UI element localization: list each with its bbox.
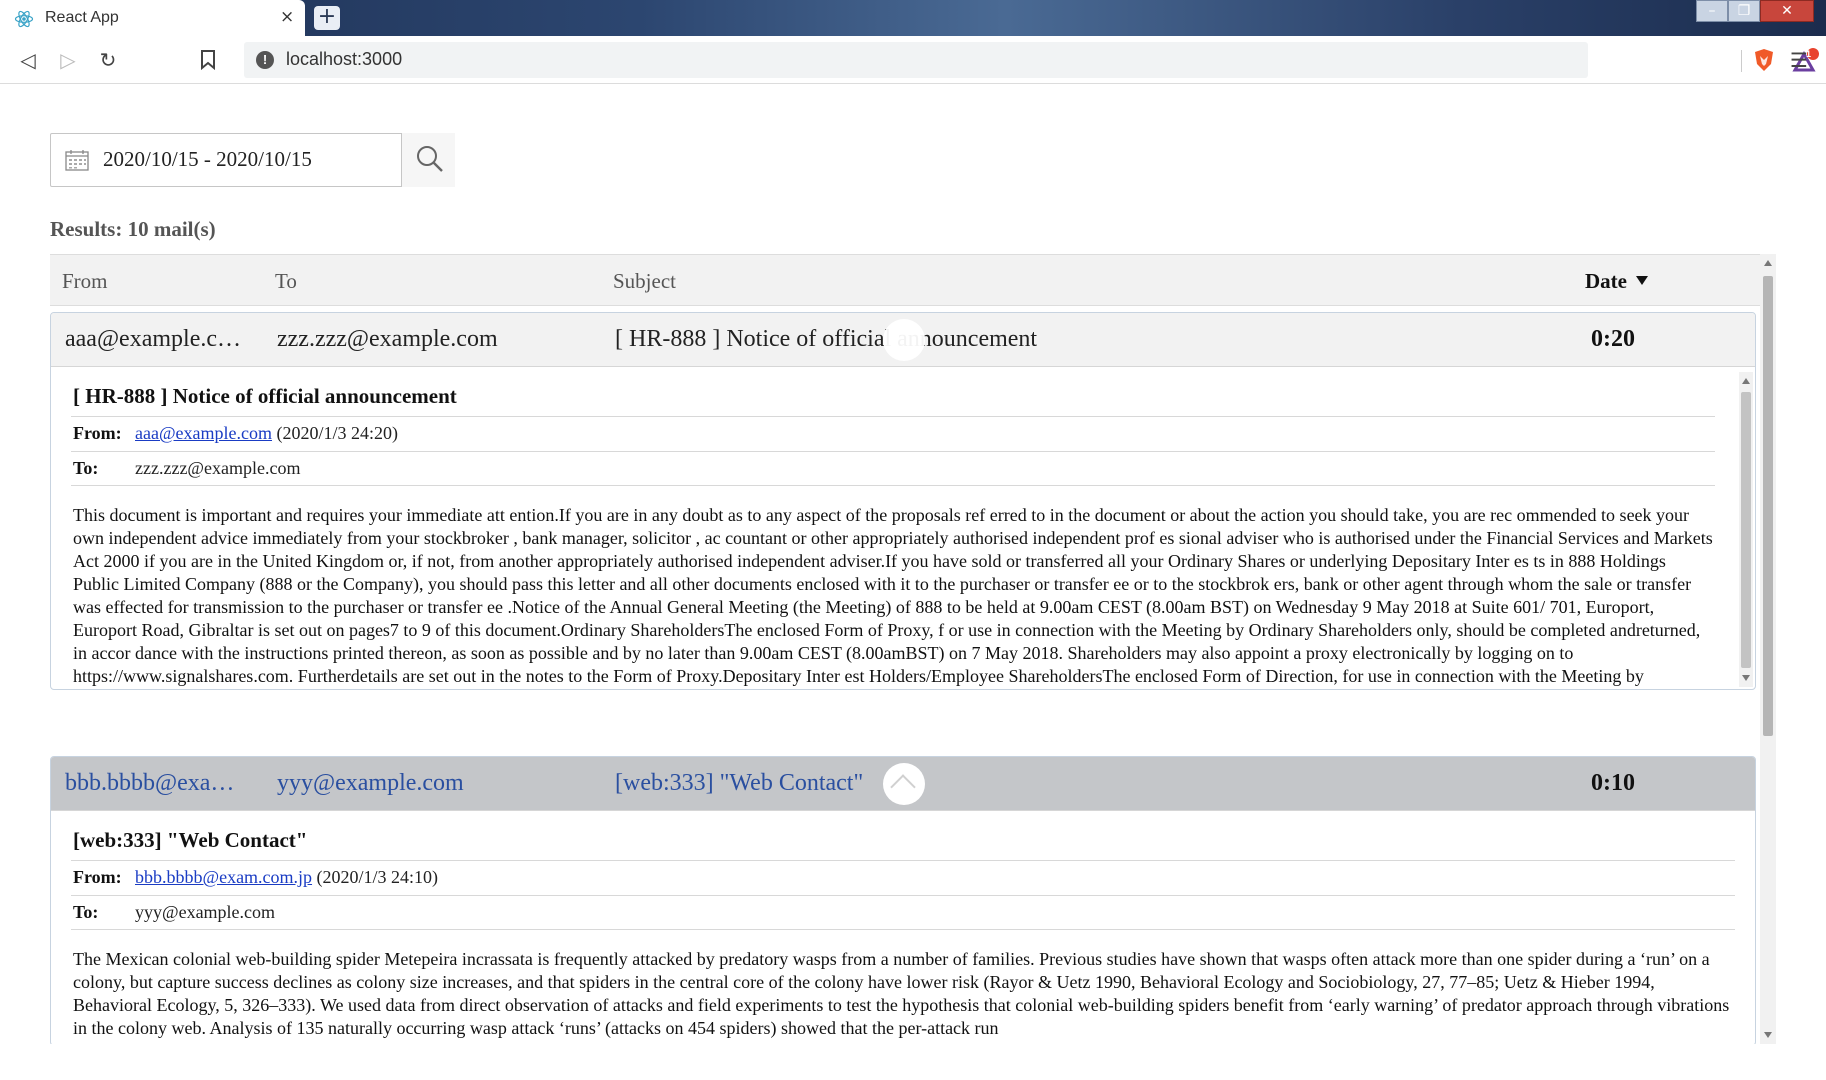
forward-icon[interactable]: ▷ xyxy=(54,46,82,74)
new-tab-button[interactable]: + xyxy=(314,6,340,30)
column-header-subject[interactable]: Subject xyxy=(613,269,676,294)
from-email-link[interactable]: bbb.bbbb@exam.com.jp xyxy=(135,867,312,887)
react-favicon xyxy=(14,10,34,28)
mail-body-text: This document is important and requires … xyxy=(73,505,1713,686)
mail-item: aaa@example.c… zzz.zzz@example.com [ HR-… xyxy=(50,312,1756,690)
mail-body-scrollbar[interactable] xyxy=(1739,372,1753,687)
browser-toolbar: ◁ ▷ ↻ ! localhost:3000 1 ☰ xyxy=(0,36,1826,84)
url-text[interactable]: localhost:3000 xyxy=(286,49,402,70)
scrollbar-thumb[interactable] xyxy=(1763,276,1773,736)
column-header-from[interactable]: From xyxy=(62,269,108,294)
mail-time: 0:10 xyxy=(1591,770,1635,796)
toolbar-divider xyxy=(1741,50,1742,72)
to-value: yyy@example.com xyxy=(135,902,276,922)
to-label: To: xyxy=(73,458,99,478)
scroll-up-icon[interactable] xyxy=(1742,378,1750,384)
detail-to-row: To: yyy@example.com xyxy=(71,895,1735,930)
table-scrollbar[interactable] xyxy=(1760,254,1776,1044)
mail-from: bbb.bbbb@exa… xyxy=(65,770,235,796)
sort-down-icon[interactable] xyxy=(1636,276,1648,285)
calendar-icon[interactable] xyxy=(65,149,89,171)
scrollbar-thumb[interactable] xyxy=(1741,392,1751,668)
reload-icon[interactable]: ↻ xyxy=(94,46,122,74)
mail-subject: [web:333] "Web Contact" xyxy=(615,770,864,796)
column-header-date[interactable]: Date xyxy=(1585,269,1627,294)
detail-from-row: From: aaa@example.com (2020/1/3 24:20) xyxy=(71,416,1715,451)
tab-title: React App xyxy=(45,9,119,26)
from-label: From: xyxy=(73,867,122,887)
detail-from-row: From: bbb.bbbb@exam.com.jp (2020/1/3 24:… xyxy=(71,860,1735,895)
from-email-link[interactable]: aaa@example.com xyxy=(135,423,272,443)
mail-detail: [web:333] "Web Contact" From: bbb.bbbb@e… xyxy=(51,812,1755,1044)
mail-table: From To Subject Date aaa@example.c… zzz.… xyxy=(50,254,1776,1044)
from-label: From: xyxy=(73,423,122,443)
scroll-down-icon[interactable] xyxy=(1764,1032,1772,1038)
menu-icon[interactable]: ☰ xyxy=(1788,46,1810,74)
collapse-chevron-icon[interactable] xyxy=(883,319,925,361)
from-date: (2020/1/3 24:10) xyxy=(316,867,439,887)
mail-to: yyy@example.com xyxy=(277,770,464,796)
mail-subject: [ HR-888 ] Notice of official announceme… xyxy=(615,326,1038,352)
detail-subject: [web:333] "Web Contact" xyxy=(73,828,308,852)
window-minimize-button[interactable]: – xyxy=(1696,0,1728,22)
from-value: aaa@example.com (2020/1/3 24:20) xyxy=(135,423,398,444)
mail-to: zzz.zzz@example.com xyxy=(277,326,498,352)
tab-strip: React App × + – ❐ ✕ xyxy=(0,0,1826,36)
mail-from: aaa@example.c… xyxy=(65,326,242,352)
back-icon[interactable]: ◁ xyxy=(14,46,42,74)
table-header: From To Subject Date xyxy=(50,254,1760,306)
tab-close-icon[interactable]: × xyxy=(280,6,294,28)
window-close-button[interactable]: ✕ xyxy=(1760,0,1814,22)
mail-time: 0:20 xyxy=(1591,326,1635,352)
bookmark-icon[interactable] xyxy=(200,50,216,70)
mail-row[interactable]: bbb.bbbb@exa… yyy@example.com [web:333] … xyxy=(51,757,1755,811)
detail-to-row: To: zzz.zzz@example.com xyxy=(71,451,1715,486)
mail-item: bbb.bbbb@exa… yyy@example.com [web:333] … xyxy=(50,756,1756,1044)
brave-shield-icon[interactable] xyxy=(1752,48,1776,72)
address-bar[interactable]: ! localhost:3000 1 xyxy=(244,42,1819,78)
date-range-input[interactable]: 2020/10/15 - 2020/10/15 xyxy=(103,147,312,172)
browser-tab[interactable]: React App × xyxy=(0,0,305,36)
date-search-bar: 2020/10/15 - 2020/10/15 xyxy=(50,133,455,187)
info-icon[interactable]: ! xyxy=(256,51,274,69)
mail-body-text: The Mexican colonial web-building spider… xyxy=(73,949,1730,1038)
scroll-down-icon[interactable] xyxy=(1742,675,1750,681)
mail-detail: [ HR-888 ] Notice of official announceme… xyxy=(51,368,1755,689)
search-button[interactable] xyxy=(401,133,455,187)
from-value: bbb.bbbb@exam.com.jp (2020/1/3 24:10) xyxy=(135,867,438,888)
to-value: zzz.zzz@example.com xyxy=(135,458,301,478)
collapse-chevron-icon[interactable] xyxy=(883,763,925,805)
scroll-up-icon[interactable] xyxy=(1764,260,1772,266)
detail-subject: [ HR-888 ] Notice of official announceme… xyxy=(73,384,457,408)
results-count: Results: 10 mail(s) xyxy=(50,217,216,241)
search-icon xyxy=(417,146,443,172)
window-maximize-button[interactable]: ❐ xyxy=(1728,0,1760,22)
from-date: (2020/1/3 24:20) xyxy=(276,423,399,443)
column-header-to[interactable]: To xyxy=(275,269,297,294)
mail-row[interactable]: aaa@example.c… zzz.zzz@example.com [ HR-… xyxy=(51,313,1755,367)
to-label: To: xyxy=(73,902,99,922)
